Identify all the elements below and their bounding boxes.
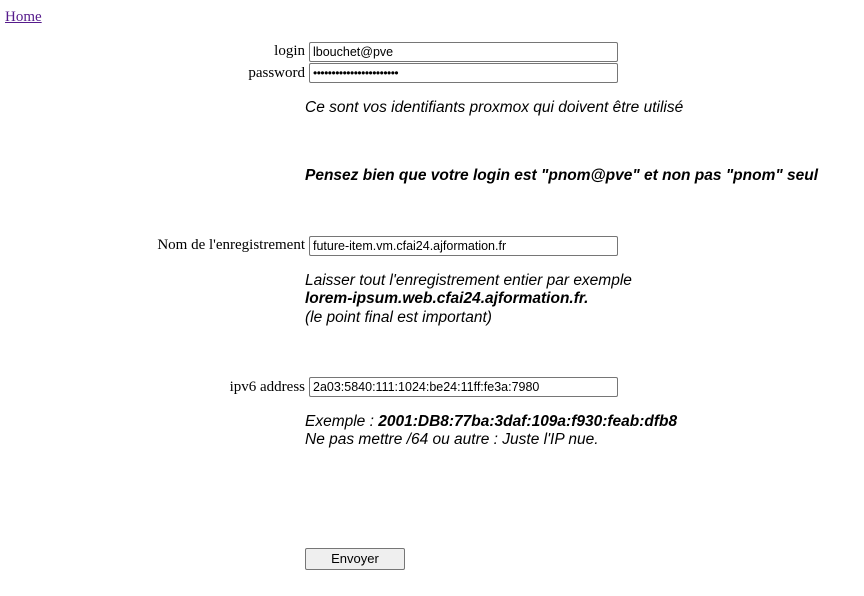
ipv6-input[interactable]: 2a03:5840:111:1024:be24:11ff:fe3a:7980 [309,377,618,397]
ipv6-example-prefix: Exemple : [305,413,379,430]
record-note-line1: Laisser tout l'enregistrement entier par… [305,272,632,289]
record-name-input[interactable]: future-item.vm.cfai24.ajformation.fr [309,236,618,256]
ipv6-example-line: Exemple : 2001:DB8:77ba:3daf:109a:f930:f… [305,413,677,431]
ipv6-example-value: 2001:DB8:77ba:3daf:109a:f930:feab:dfb8 [378,413,678,430]
record-note-line3: (le point final est important) [305,309,492,326]
credentials-note: Ce sont vos identifiants proxmox qui doi… [305,99,684,116]
ipv6-label: ipv6 address [229,379,305,395]
home-link[interactable]: Home [5,9,42,26]
ipv6-note-line2: Ne pas mettre /64 ou autre : Juste l'IP … [305,431,599,448]
record-note-example: lorem-ipsum.web.cfai24.ajformation.fr. [305,290,589,307]
login-label: login [274,43,305,59]
submit-button[interactable]: Envoyer [305,548,405,570]
record-name-label: Nom de l'enregistrement [157,237,305,253]
login-input[interactable]: lbouchet@pve [309,42,618,62]
login-format-warning: Pensez bien que votre login est "pnom@pv… [305,167,819,184]
password-input[interactable]: ••••••••••••••••••••••• [309,63,618,83]
password-label: password [248,65,305,81]
